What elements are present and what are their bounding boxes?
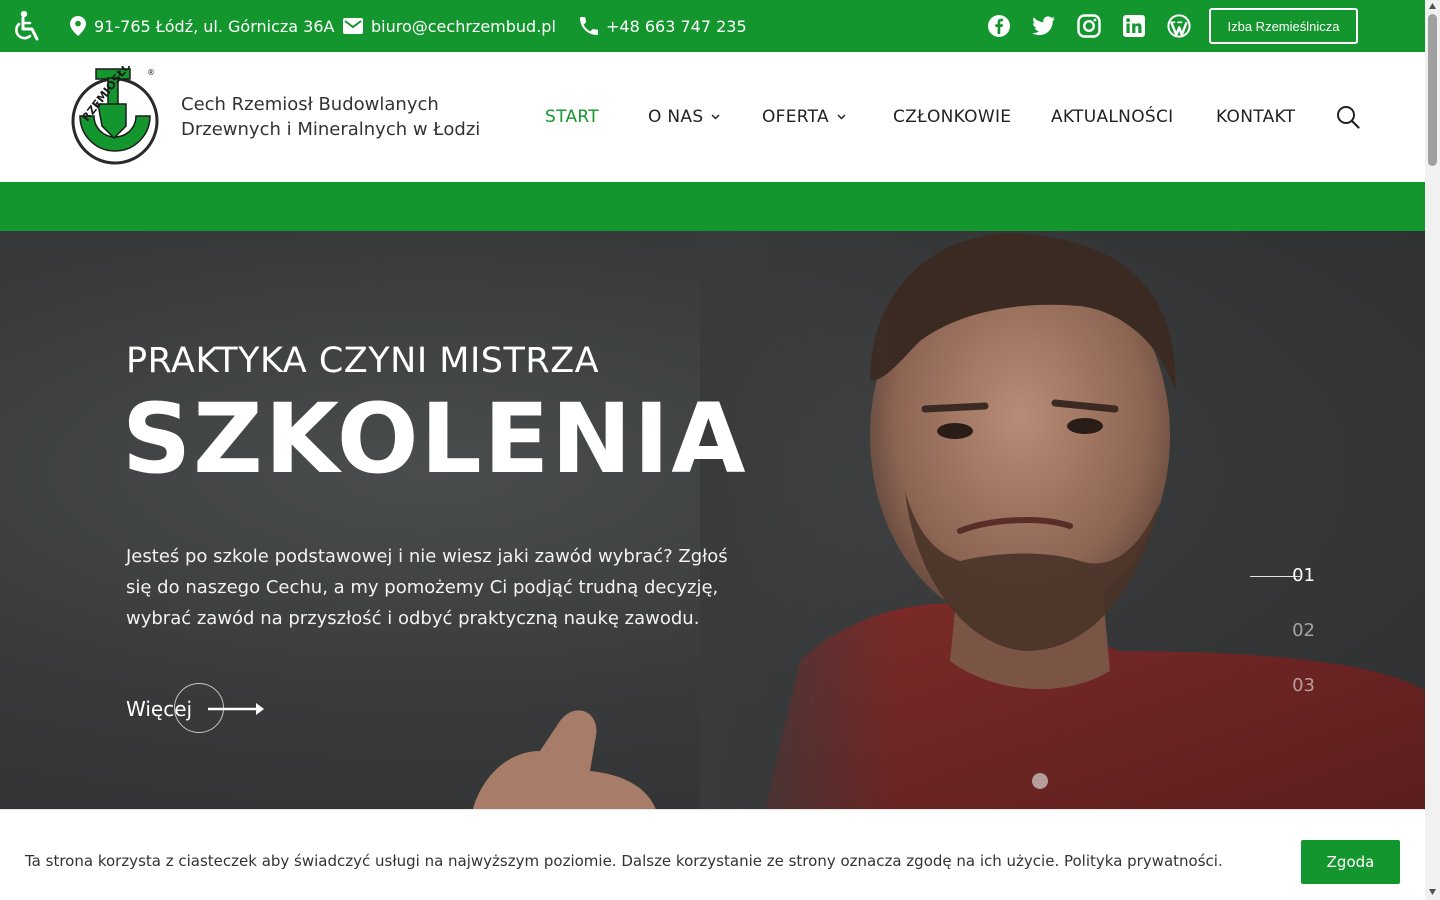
nav-oferta-label: OFERTA [762, 107, 829, 127]
nav-kontakt[interactable]: KONTAKT [1216, 52, 1295, 182]
wordpress-icon[interactable] [1167, 14, 1191, 38]
twitter-icon[interactable] [1032, 14, 1056, 38]
map-pin-icon [70, 16, 86, 36]
nav-start[interactable]: START [545, 52, 599, 182]
arrow-right-icon [208, 703, 264, 715]
scroll-up-icon[interactable] [1428, 2, 1437, 10]
nav-o-nas[interactable]: O NAS [648, 52, 720, 182]
cookie-accept-button[interactable]: Zgoda [1301, 840, 1400, 884]
hero-lead: Jesteś po szkole podstawowej i nie wiesz… [126, 546, 728, 629]
brand-name[interactable]: Cech Rzemiosł Budowlanych Drzewnych i Mi… [181, 92, 480, 142]
slide-pager-3[interactable]: 03 [1292, 675, 1315, 696]
svg-text:®: ® [147, 68, 155, 77]
nav-czlonkowie-label: CZŁONKOWIE [893, 107, 1012, 127]
cookie-bar: Ta strona korzysta z ciasteczek aby świa… [0, 809, 1425, 900]
chevron-down-icon [837, 114, 846, 120]
hero-slider: PRAKTYKA CZYNI MISTRZA SZKOLENIA Jesteś … [0, 231, 1425, 831]
hero-kicker: PRAKTYKA CZYNI MISTRZA [126, 341, 600, 381]
nav-start-label: START [545, 107, 599, 127]
top-bar: 91-765 Łódź, ul. Górnicza 36A biuro@cech… [0, 0, 1425, 52]
more-button[interactable]: Więcej [126, 683, 276, 735]
linkedin-icon[interactable] [1122, 14, 1146, 38]
site-header: RZEMIOSŁO ® Cech Rzemiosł Budowlanych Dr… [0, 52, 1425, 182]
address-item: 91-765 Łódź, ul. Górnicza 36A [70, 0, 334, 52]
search-icon[interactable] [1336, 105, 1360, 129]
email-item[interactable]: biuro@cechrzembud.pl [343, 0, 556, 52]
brand-line-1: Cech Rzemiosł Budowlanych [181, 94, 439, 115]
slide-pager-2[interactable]: 02 [1292, 620, 1315, 641]
hero-photo [470, 231, 1425, 831]
green-band [0, 182, 1425, 231]
logo[interactable]: RZEMIOSŁO ® [68, 59, 160, 168]
phone-icon [580, 17, 598, 35]
nav-aktualnosci[interactable]: AKTUALNOŚCI [1051, 52, 1173, 182]
nav-kontakt-label: KONTAKT [1216, 107, 1296, 127]
instagram-icon[interactable] [1077, 14, 1101, 38]
email-link[interactable]: biuro@cechrzembud.pl [371, 17, 556, 36]
mail-icon [343, 18, 363, 34]
cookie-text: Ta strona korzysta z ciasteczek aby świa… [25, 852, 1223, 870]
nav-oferta[interactable]: OFERTA [762, 52, 846, 182]
facebook-icon[interactable] [987, 14, 1011, 38]
phone-item[interactable]: +48 663 747 235 [580, 0, 747, 52]
nav-o-nas-label: O NAS [648, 107, 704, 127]
hero-headline: SZKOLENIA [122, 383, 748, 495]
accessibility-icon[interactable] [8, 8, 44, 44]
nav-aktualnosci-label: AKTUALNOŚCI [1051, 107, 1174, 127]
slide-pager-1[interactable]: 01 [1292, 565, 1315, 586]
scroll-thumb[interactable] [1428, 14, 1437, 166]
nav-czlonkowie[interactable]: CZŁONKOWIE [893, 52, 1011, 182]
scroll-down-icon[interactable] [1428, 888, 1437, 896]
scrollbar[interactable] [1425, 0, 1440, 900]
chevron-down-icon [711, 114, 720, 120]
brand-line-2: Drzewnych i Mineralnych w Łodzi [181, 119, 481, 140]
address-text: 91-765 Łódź, ul. Górnicza 36A [94, 16, 335, 36]
izba-button[interactable]: Izba Rzemieślnicza [1209, 8, 1358, 44]
phone-link[interactable]: +48 663 747 235 [606, 17, 747, 36]
